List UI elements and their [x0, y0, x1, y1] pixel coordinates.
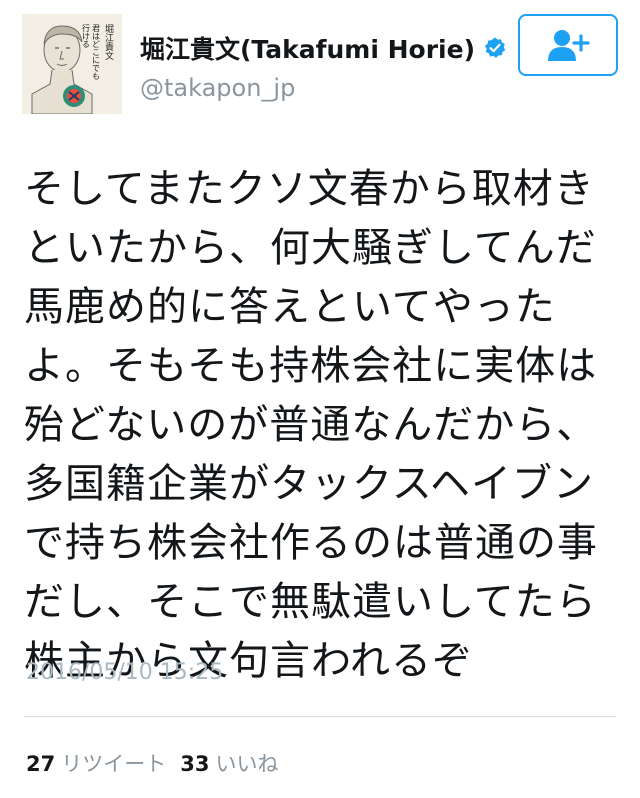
- tweet-line: で持ち株会社作るのは普通の事: [24, 520, 598, 566]
- avatar-text-author: 堀江貴文: [103, 24, 114, 61]
- book-cover-avatar-icon: 堀江貴文 君はどこにでも 行ける: [22, 14, 122, 114]
- tweet-stats: 27 リツイート 33 いいね: [26, 748, 292, 778]
- tweet-line: 馬鹿め的に答えといてやった: [24, 284, 556, 330]
- avatar-text-title-2: 行ける: [82, 23, 91, 48]
- follow-button[interactable]: [518, 14, 618, 76]
- verified-badge-icon: [483, 36, 507, 60]
- tweet-line: 殆どないのが普通なんだから、: [24, 402, 598, 448]
- likes-count: 33: [180, 752, 210, 776]
- divider: [24, 716, 616, 717]
- tweet-line: 多国籍企業がタックスヘイブン: [24, 461, 594, 507]
- tweet-timestamp: 2016/05/10 15:25: [26, 660, 224, 685]
- user-names: 堀江貴文(Takafumi Horie) @takapon_jp: [140, 30, 507, 102]
- tweet-line: だし、そこで無駄遣いしてたら: [24, 579, 597, 625]
- tweet-text: そしてまたクソ文春から取材き といたから、何大騒ぎしてんだ 馬鹿め的に答えといて…: [24, 160, 624, 691]
- display-name-row[interactable]: 堀江貴文(Takafumi Horie): [140, 30, 507, 66]
- tweet-line: そしてまたクソ文春から取材き: [24, 166, 595, 212]
- add-user-icon: [548, 30, 590, 61]
- retweets-stat[interactable]: 27 リツイート: [26, 748, 180, 778]
- user-handle[interactable]: @takapon_jp: [140, 74, 507, 102]
- likes-stat[interactable]: 33 いいね: [180, 748, 292, 778]
- likes-label: いいね: [215, 752, 279, 776]
- avatar-text-title: 君はどこにでも: [92, 24, 101, 80]
- display-name[interactable]: 堀江貴文(Takafumi Horie): [140, 30, 475, 66]
- tweet-header: 堀江貴文 君はどこにでも 行ける 堀江貴文(Takafumi Horie) @t…: [0, 0, 640, 114]
- retweets-label: リツイート: [61, 752, 167, 776]
- tweet-line: よ。そもそも持株会社に実体は: [24, 343, 598, 389]
- tweet-line: といたから、何大騒ぎしてんだ: [24, 225, 597, 271]
- avatar[interactable]: 堀江貴文 君はどこにでも 行ける: [22, 14, 122, 114]
- retweets-count: 27: [26, 752, 56, 776]
